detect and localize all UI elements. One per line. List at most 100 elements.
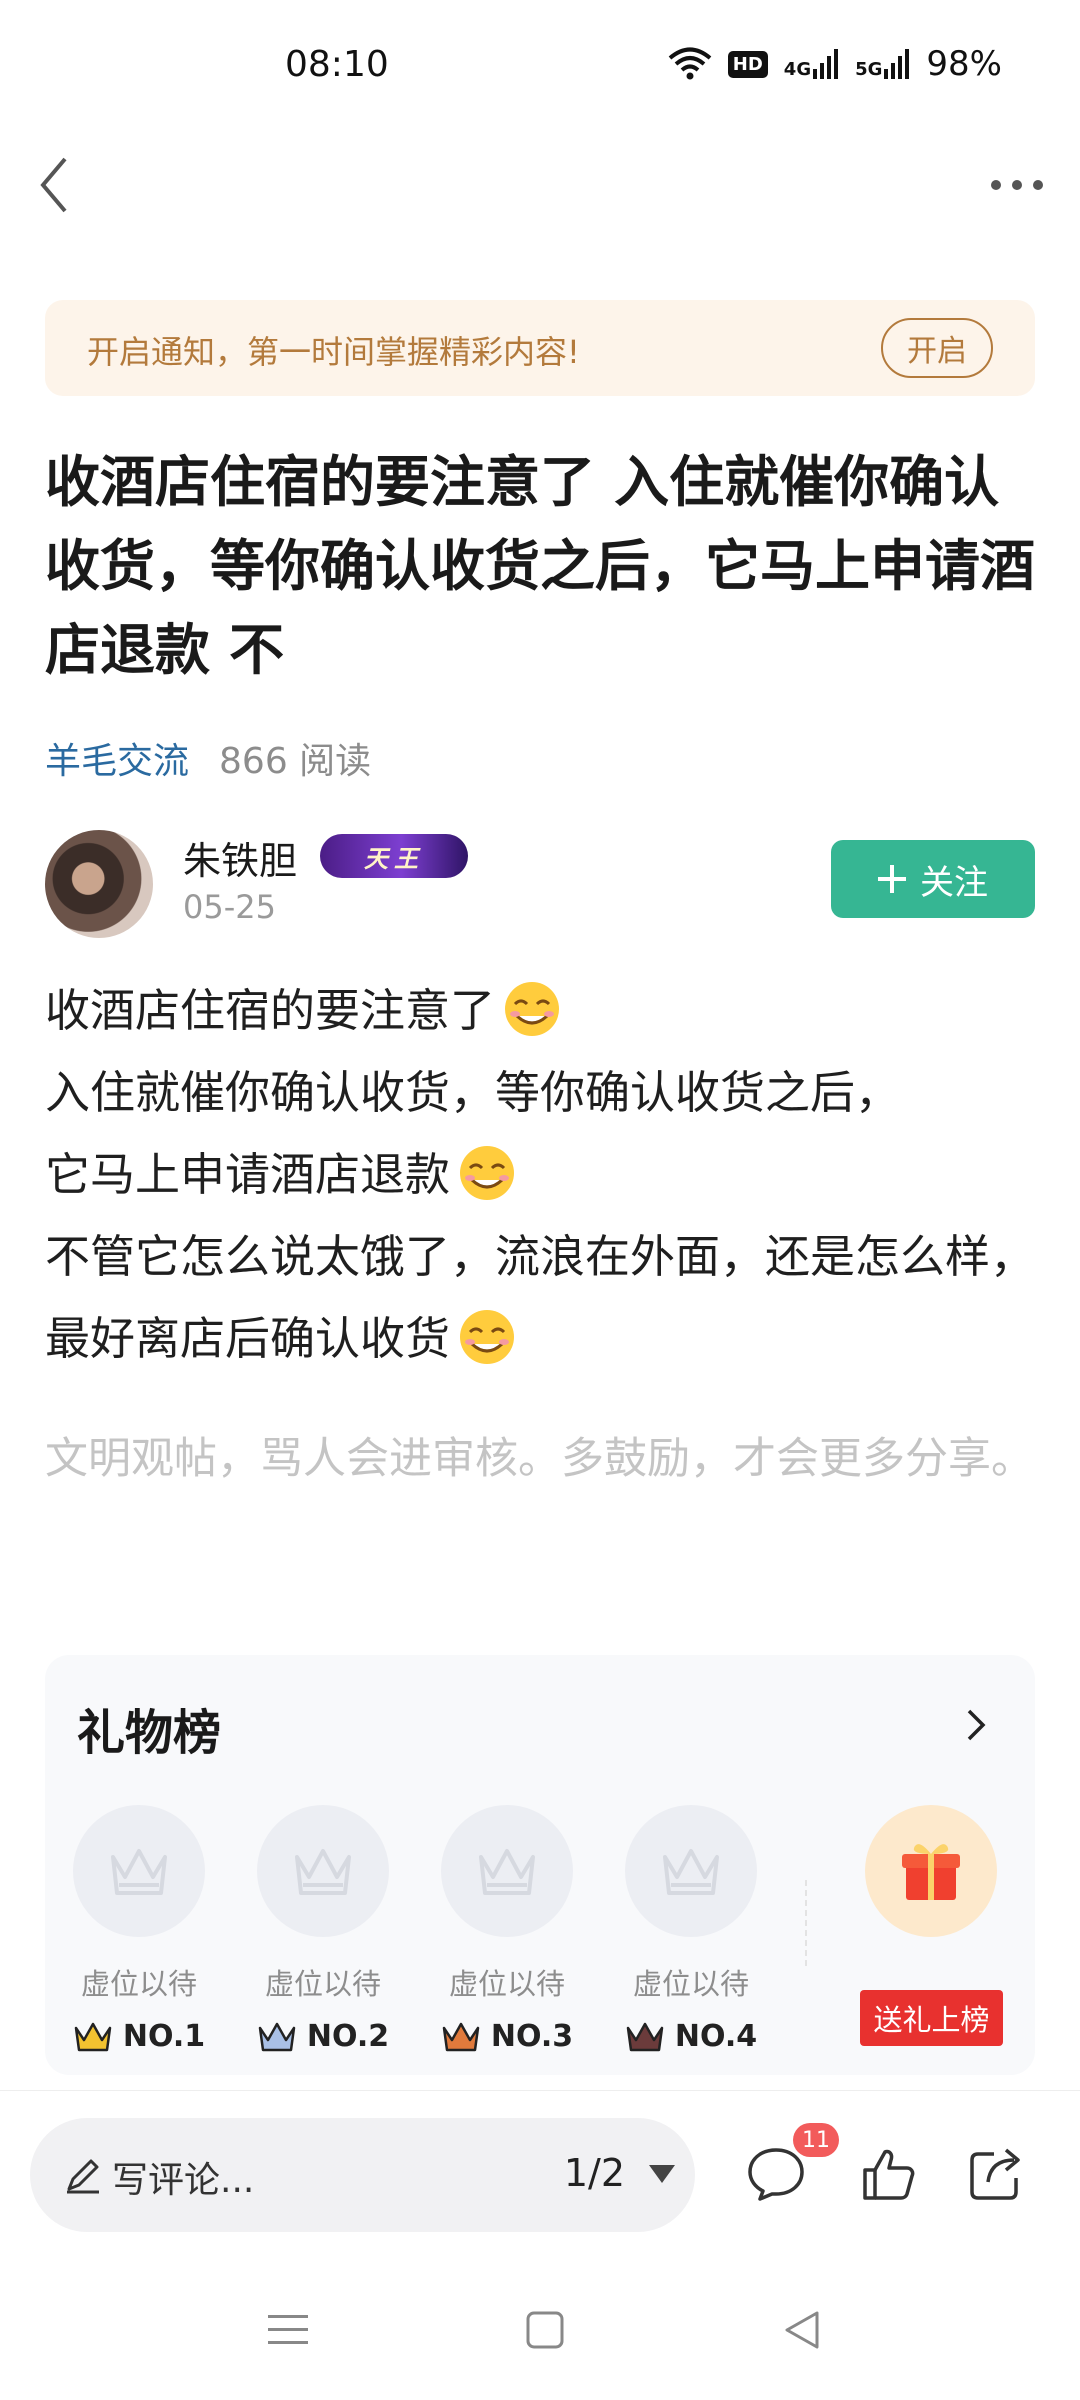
status-icons: HD 4G 5G 98% xyxy=(668,44,1002,84)
crown-outline-icon xyxy=(111,1849,167,1895)
post-title: 收酒店住宿的要注意了 入住就催你确认收货，等你确认收货之后，它马上申请酒店退款 … xyxy=(45,450,1036,682)
post-date: 05-25 xyxy=(183,888,276,926)
chevron-left-icon xyxy=(40,157,67,213)
thumbs-up-icon xyxy=(863,2149,915,2200)
gift-slot[interactable]: 虚位以待 NO.4 xyxy=(625,1805,757,2054)
body-paragraph: 入住就催你确认收货，等你确认收货之后， xyxy=(45,1052,1040,1134)
author-name[interactable]: 朱铁胆 xyxy=(183,830,297,885)
back-button[interactable] xyxy=(24,150,84,220)
more-button[interactable] xyxy=(982,150,1052,220)
top-nav xyxy=(0,140,1080,230)
slot-rank: NO.1 xyxy=(73,2019,205,2054)
comment-placeholder: 写评论... xyxy=(112,2160,255,2201)
battery-level: 98% xyxy=(926,44,1002,84)
post-body: 收酒店住宿的要注意了 入住就催你确认收货，等你确认收货之后， 它马上申请酒店退款… xyxy=(45,970,1040,1380)
hd-badge: HD xyxy=(727,50,768,78)
status-bar: 08:10 HD 4G 5G 98% xyxy=(0,0,1080,135)
system-back-button[interactable] xyxy=(772,2300,832,2360)
slot-rank: NO.2 xyxy=(257,2019,389,2054)
body-paragraph: 收酒店住宿的要注意了 xyxy=(45,970,1040,1052)
author-level-badge: 天王 xyxy=(320,834,468,878)
share-icon xyxy=(970,2148,1020,2200)
wifi-icon xyxy=(668,47,712,80)
gift-slot[interactable]: 虚位以待 NO.1 xyxy=(73,1805,205,2054)
status-time: 08:10 xyxy=(285,44,389,85)
notification-banner: 开启通知，第一时间掌握精彩内容! 开启 xyxy=(45,300,1035,396)
author-row: 朱铁胆 天王 05-25 关注 xyxy=(45,830,1035,940)
signal-5g: 5G xyxy=(855,49,910,79)
signal-bars-icon xyxy=(813,49,839,79)
slot-label: 虚位以待 xyxy=(448,1967,565,2001)
gift-board-title: 礼物榜 xyxy=(77,1705,222,1761)
caret-down-icon[interactable] xyxy=(647,2162,677,2186)
gift-slot[interactable]: 虚位以待 NO.3 xyxy=(441,1805,573,2054)
crown-outline-icon xyxy=(479,1849,535,1895)
slot-avatar-placeholder xyxy=(441,1805,573,1937)
rank-label: NO.1 xyxy=(122,2019,206,2054)
body-line: 它马上申请酒店退款 xyxy=(45,1148,451,1201)
body-line: 收酒店住宿的要注意了 xyxy=(45,984,496,1037)
grinning-face-emoji-icon xyxy=(460,1146,515,1200)
crown-silver-icon xyxy=(258,2022,296,2051)
crown-outline-icon xyxy=(663,1849,719,1895)
chevron-right-icon[interactable] xyxy=(955,1705,995,1745)
rank-label: NO.4 xyxy=(674,2019,758,2054)
category-link[interactable]: 羊毛交流 xyxy=(45,732,189,784)
comment-count-badge: 11 xyxy=(793,2123,839,2157)
slot-label: 虚位以待 xyxy=(264,1967,381,2001)
enable-notification-button[interactable]: 开启 xyxy=(881,318,993,378)
gift-slots: 虚位以待 NO.1 虚位以待 NO.2 虚位以待 NO.3 虚位以待 NO.4 xyxy=(73,1805,757,2054)
plus-icon xyxy=(878,865,906,893)
body-line: 不管它怎么说太饿了，流浪在外面，还是怎么样，最好离店后确认收货 xyxy=(45,1230,1036,1365)
gift-box-icon xyxy=(902,1844,960,1900)
grinning-face-emoji-icon xyxy=(460,1310,515,1364)
gift-box-button[interactable] xyxy=(865,1805,997,1937)
net-5g-label: 5G xyxy=(855,59,883,80)
menu-icon xyxy=(268,2315,308,2344)
send-gift-button[interactable]: 送礼上榜 xyxy=(860,1990,1003,2046)
pencil-icon xyxy=(67,2159,99,2194)
body-paragraph: 它马上申请酒店退款 xyxy=(45,1134,1040,1216)
gift-board-card: 礼物榜 虚位以待 NO.1 虚位以待 NO.2 虚位以待 NO.3 虚位以待 N… xyxy=(45,1655,1035,2075)
slot-avatar-placeholder xyxy=(625,1805,757,1937)
crown-outline-icon xyxy=(295,1849,351,1895)
triangle-back-icon xyxy=(785,2311,819,2349)
comment-input[interactable]: 写评论... 1/2 xyxy=(30,2118,695,2232)
follow-button[interactable]: 关注 xyxy=(831,840,1035,918)
slot-label: 虚位以待 xyxy=(80,1967,197,2001)
page-indicator[interactable]: 1/2 xyxy=(564,2151,625,2195)
follow-label: 关注 xyxy=(920,862,988,903)
body-paragraph: 不管它怎么说太饿了，流浪在外面，还是怎么样，最好离店后确认收货 xyxy=(45,1216,1040,1380)
like-button[interactable] xyxy=(858,2143,920,2205)
crown-bronze-icon xyxy=(442,2022,480,2051)
more-horizontal-icon xyxy=(991,180,1043,190)
slot-avatar-placeholder xyxy=(257,1805,389,1937)
gift-slot[interactable]: 虚位以待 NO.2 xyxy=(257,1805,389,2054)
post-meta: 羊毛交流 866 阅读 xyxy=(45,732,371,784)
grinning-face-emoji-icon xyxy=(505,982,560,1036)
body-line: 入住就催你确认收货，等你确认收货之后， xyxy=(45,1066,901,1119)
system-nav-bar xyxy=(0,2250,1080,2400)
gift-divider xyxy=(805,1880,807,1970)
net-4g-label: 4G xyxy=(783,59,812,80)
crown-gold-icon xyxy=(74,2022,112,2051)
avatar[interactable] xyxy=(45,830,153,938)
square-home-icon xyxy=(526,2311,564,2349)
home-button[interactable] xyxy=(515,2300,575,2360)
slot-rank: NO.3 xyxy=(441,2019,573,2054)
recents-button[interactable] xyxy=(258,2300,318,2360)
rank-label: NO.2 xyxy=(306,2019,390,2054)
slot-rank: NO.4 xyxy=(625,2019,757,2054)
comment-bar: 写评论... 1/2 11 xyxy=(0,2090,1080,2250)
slot-avatar-placeholder xyxy=(73,1805,205,1937)
slot-label: 虚位以待 xyxy=(632,1967,749,2001)
share-button[interactable] xyxy=(965,2143,1027,2205)
signal-bars-icon xyxy=(884,49,910,79)
comment-bubble-icon xyxy=(748,2148,804,2201)
notice-text: 开启通知，第一时间掌握精彩内容! xyxy=(87,333,580,371)
crown-dark-icon xyxy=(626,2022,664,2051)
civility-note: 文明观帖，骂人会进审核。多鼓励，才会更多分享。 xyxy=(45,1434,1034,1484)
rank-label: NO.3 xyxy=(490,2019,574,2054)
signal-4g: 4G xyxy=(784,49,839,79)
read-count: 866 阅读 xyxy=(219,741,372,782)
